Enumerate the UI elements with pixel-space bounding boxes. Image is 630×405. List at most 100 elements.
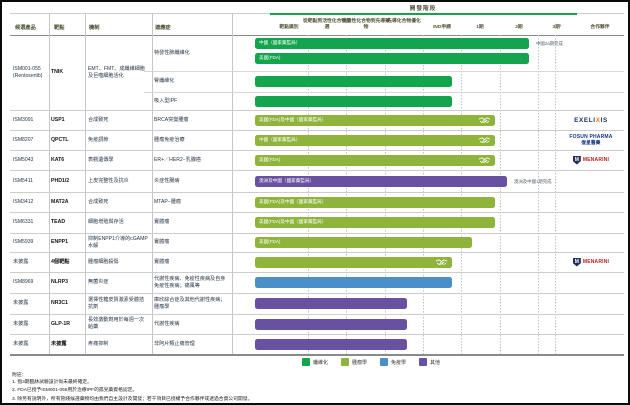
pipeline-bar — [255, 319, 407, 330]
candidate-cell: ISM5939 — [13, 233, 49, 252]
legend-swatch — [419, 358, 427, 366]
partner-logo-fosun-pharma: FOSUN PHARMA復星醫藥 — [569, 134, 612, 146]
candidate-cell: ISM5411 — [13, 170, 49, 192]
candidate-cell: 未披露 — [13, 252, 49, 272]
pipeline-bar — [255, 277, 452, 288]
indication-cell: 腎纖維化 — [154, 71, 232, 92]
indication-cell: 實體瘤 — [154, 252, 232, 272]
footnotes-title: 附註： — [12, 372, 492, 379]
target-cell: MAT2A — [51, 192, 85, 212]
legend-item: 其他 — [419, 358, 440, 366]
legend-swatch — [341, 358, 349, 366]
pipeline-bar — [255, 339, 407, 350]
mechanism-cell: EMT、FMT、成纖維細胞及巨噬細胞活化 — [88, 35, 152, 110]
indication-cell: 實體瘤 — [154, 212, 232, 233]
bar-label: 美國(FDA)及中國（國家藥監局） — [259, 200, 326, 205]
stage-header-rule — [270, 13, 577, 15]
indication-cell: 庫欣綜合症及其他代謝性疾病；腫瘤學 — [154, 293, 232, 314]
table-row: 未披露未披露疼痛抑制非阿片類止痛管理 — [2, 334, 630, 354]
stage-column-header: 先導化合物優化 — [380, 19, 428, 25]
mechanism-cell: 上皮完整性及抗炎 — [88, 170, 152, 192]
table-row: ISM3412MAT2A合成致死MTAP−腫瘤美國(FDA)及中國（國家藥監局） — [2, 192, 630, 212]
target-cell: NR3C1 — [51, 293, 85, 314]
indication-cell: 吸入型IPF — [154, 92, 232, 110]
mechanism-cell: 選擇性糖皮質激素受體拮抗劑 — [88, 293, 152, 314]
table-column-header: 候選產品 — [15, 24, 36, 31]
indication-cell: ER+／HER2−乳腺癌 — [154, 150, 232, 170]
bar-label: 美國(FDA) — [259, 240, 280, 245]
bar-annotation: 澳洲及中國1期完成 — [514, 179, 552, 185]
footnote-lines: 1. 指3期臨牀試驗設計尚未最終確定。2. FDA已授予ISM001-055用於… — [12, 379, 492, 403]
table-row: ISM5411PHD1/2上皮完整性及抗炎炎症性腸病澳洲及中國（國家藥監局）澳洲… — [2, 170, 630, 192]
indication-cell: MTAP−腫瘤 — [154, 192, 232, 212]
mechanism-cell: 抑制ENPP1介導的cGAMP水解 — [88, 233, 152, 252]
pipeline-chart: 開發階段 候選產品靶點機制適應症靶點識別從靶點到活性化合物篩選從活性化合物到先導… — [0, 0, 630, 405]
stage-header-title: 開發階段 — [373, 4, 473, 12]
target-cell: PHD1/2 — [51, 170, 85, 192]
candidate-cell: ISM8207 — [13, 130, 49, 150]
candidate-cell: 未披露 — [13, 334, 49, 354]
bar-label: 中國（國家藥監局） — [259, 41, 300, 46]
handshake-icon — [478, 116, 491, 125]
bar-label: 美國(FDA)及中國（國家藥監局） — [259, 118, 326, 123]
table-row: 未披露GLP-1R長效激動劑用於每週一次給藥代謝性疾病 — [2, 314, 630, 334]
table-column-header: 適應症 — [155, 24, 171, 31]
handshake-icon — [478, 136, 491, 145]
pipeline-bar: 中國（國家藥監局） — [255, 38, 529, 49]
partner-cell: MMENARINI — [558, 150, 624, 170]
legend: 纖維化 腫瘤學 免疫學 其他 — [302, 358, 440, 366]
pipeline-bar: 美國(FDA)及中國（國家藥監局） — [255, 217, 495, 228]
bar-label: 美國(FDA)及中國（國家藥監局） — [259, 220, 326, 225]
table-row: ISM3091USP1合成致死BRCA突變腫瘤美國(FDA)及中國（國家藥監局）… — [2, 110, 630, 130]
indication-cell: 代謝性疾病 — [154, 314, 232, 334]
pipeline-bar: 中國（國家藥監局） — [255, 135, 495, 146]
candidate-cell: ISM001-055(Rentosertib) — [13, 35, 49, 110]
fosun-chinese-name: 復星醫藥 — [569, 140, 612, 146]
pipeline-bar — [255, 96, 452, 107]
pipeline-bar: 美國(FDA)及中國（國家藥監局） — [255, 197, 495, 208]
pipeline-bar: 美國(FDA)及中國（國家藥監局） — [255, 115, 495, 126]
bar-label: 中國（國家藥監局） — [259, 138, 300, 143]
bar-label: 美國(FDA) — [259, 56, 280, 61]
bar-label: 澳洲及中國（國家藥監局） — [259, 179, 314, 184]
target-cell: 未披露 — [51, 334, 85, 354]
mechanism-cell: 腫瘤細胞殺傷 — [88, 252, 152, 272]
table-column-header: 靶點 — [54, 24, 64, 31]
partner-cell: FOSUN PHARMA復星醫藥 — [558, 130, 624, 150]
legend-label: 腫瘤學 — [352, 359, 367, 366]
target-cell: ENPP1 — [51, 233, 85, 252]
target-cell: TEAD — [51, 212, 85, 233]
pipeline-bar — [255, 298, 407, 309]
target-cell: 4個靶點 — [51, 252, 85, 272]
target-cell: QPCTL — [51, 130, 85, 150]
legend-label: 其他 — [430, 359, 440, 366]
mechanism-cell: 細胞增殖與存活 — [88, 212, 152, 233]
table-column-header: 機制 — [89, 24, 99, 31]
target-cell: TNIK — [51, 35, 85, 110]
legend-item: 免疫學 — [380, 358, 406, 366]
indication-cell: 特發性肺纖維化 — [154, 35, 232, 71]
handshake-icon — [435, 258, 448, 267]
legend-swatch — [380, 358, 388, 366]
partner-logo-exelixis: EXELIXIS — [574, 117, 608, 124]
menarini-shield-icon: M — [573, 156, 581, 165]
table-row: 未披露4個靶點腫瘤細胞殺傷實體瘤 MMENARINI — [2, 252, 630, 272]
table-row: ISM5939ENPP1抑制ENPP1介導的cGAMP水解實體瘤 美國(FDA) — [2, 233, 630, 252]
legend-item: 纖維化 — [302, 358, 328, 366]
table-row: ISM8207QPCTL免疫調節腫瘤免疫治療中國（國家藥監局）FOSUN PHA… — [2, 130, 630, 150]
legend-swatch — [302, 358, 310, 366]
indication-cell: BRCA突變腫瘤 — [154, 110, 232, 130]
footnotes: 附註： 1. 指3期臨牀試驗設計尚未最終確定。2. FDA已授予ISM001-0… — [12, 372, 492, 404]
target-cell: NLRP3 — [51, 272, 85, 293]
mechanism-cell: 表觀遺傳學 — [88, 150, 152, 170]
menarini-wordmark: MENARINI — [583, 259, 609, 265]
menarini-shield-icon: M — [573, 258, 581, 267]
table-row: 未披露NR3C1選擇性糖皮質激素受體拮抗劑庫欣綜合症及其他代謝性疾病；腫瘤學 — [2, 293, 630, 314]
table-bottom-border — [10, 354, 624, 356]
legend-item: 腫瘤學 — [341, 358, 367, 366]
stage-column-header: 3期¹ — [533, 25, 581, 31]
indication-cell: 實體瘤 — [154, 233, 232, 252]
candidate-cell: ISM3091 — [13, 110, 49, 130]
legend-label: 纖維化 — [313, 359, 328, 366]
pipeline-bar: 美國(FDA) — [255, 155, 495, 166]
